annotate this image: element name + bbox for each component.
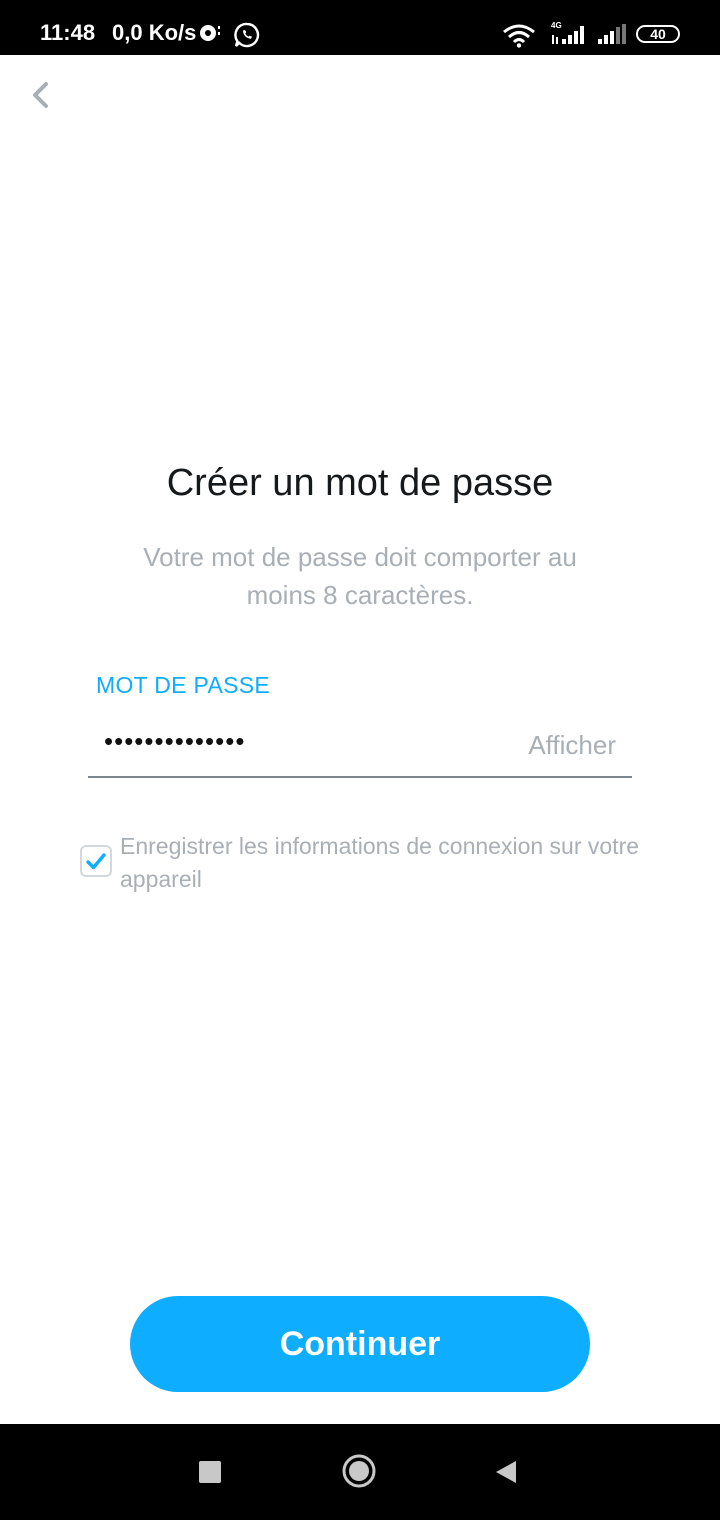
wifi-icon [503,24,535,48]
status-time: 11:48 [40,20,96,45]
back-icon[interactable] [494,1459,518,1485]
continue-button[interactable]: Continuer [130,1296,590,1392]
navigation-bar [0,1424,720,1520]
recent-apps-icon[interactable] [199,1461,221,1483]
chevron-left-icon [33,82,48,108]
password-input[interactable]: •••••••••••••• Afficher [88,714,632,778]
password-label: MOT DE PASSE [96,672,271,698]
whatsapp-icon [234,22,260,48]
show-password-button[interactable]: Afficher [528,730,616,761]
checkmark-icon [86,853,106,870]
status-network-speed: 0,0 Ko/s [112,20,197,45]
signal-icon: 4G [551,21,584,44]
save-login-label[interactable]: Enregistrer les informations de connexio… [120,830,640,896]
password-value: •••••••••••••• [104,726,246,756]
save-login-checkbox[interactable] [80,845,112,877]
password-requirement-text: Votre mot de passe doit comporter au moi… [143,542,577,610]
network-type-label: 4G [551,21,562,30]
home-icon[interactable] [342,1454,376,1488]
battery-icon: 40 [636,25,680,43]
battery-level: 40 [650,26,666,42]
notification-icon [200,25,220,41]
page-title: Créer un mot de passe [166,462,554,504]
status-bar: 11:48 0,0 Ko/s 4G 40 [0,0,720,55]
signal-icon [598,24,626,44]
back-button[interactable] [26,78,58,112]
